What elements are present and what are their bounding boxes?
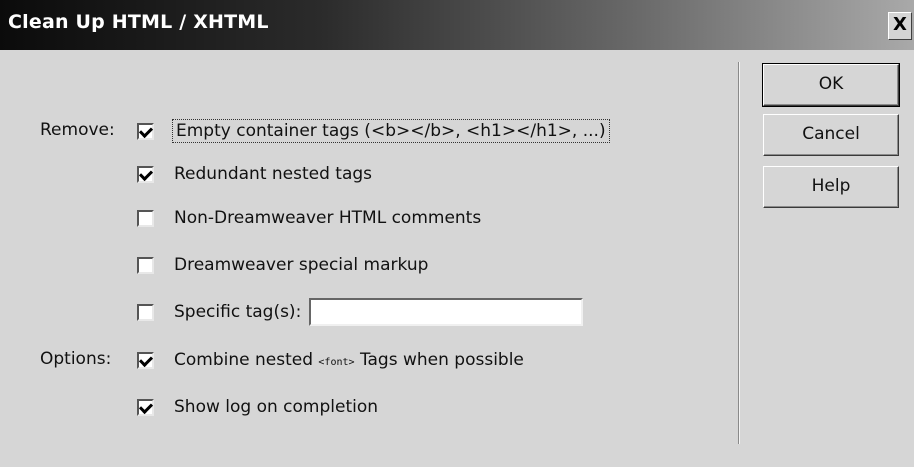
close-button[interactable]: X <box>888 12 912 40</box>
option-dreamweaver-special-markup[interactable]: Dreamweaver special markup <box>137 252 428 278</box>
window-title: Clean Up HTML / XHTML <box>8 11 269 33</box>
option-redundant-nested-tags[interactable]: Redundant nested tags <box>137 161 372 187</box>
label-show-log: Show log on completion <box>174 397 379 417</box>
checkbox-show-log[interactable] <box>137 398 154 416</box>
ok-button[interactable]: OK <box>762 63 900 107</box>
close-icon: X <box>893 14 907 35</box>
checkbox-specific-tags[interactable] <box>137 303 154 321</box>
checkbox-dreamweaver-special-markup[interactable] <box>137 256 154 274</box>
option-specific-tags[interactable]: Specific tag(s): <box>137 297 584 327</box>
option-combine-font-tags[interactable]: Combine nested <font> Tags when possible <box>137 347 524 373</box>
remove-label: Remove: <box>40 120 115 140</box>
option-show-log[interactable]: Show log on completion <box>137 394 378 420</box>
label-font-code: <font> <box>318 357 355 368</box>
label-dreamweaver-special-markup: Dreamweaver special markup <box>174 255 429 275</box>
label-combine-post: Tags when possible <box>359 350 524 370</box>
help-button[interactable]: Help <box>763 166 899 208</box>
vertical-divider <box>738 62 739 444</box>
cancel-button[interactable]: Cancel <box>763 114 899 156</box>
checkbox-redundant-nested-tags[interactable] <box>137 165 154 183</box>
label-redundant-nested-tags: Redundant nested tags <box>174 164 373 184</box>
checkbox-non-dreamweaver-comments[interactable] <box>137 209 154 227</box>
specific-tags-input[interactable] <box>309 298 584 326</box>
label-empty-container-tags: Empty container tags (<b></b>, <h1></h1>… <box>172 119 610 143</box>
options-label: Options: <box>40 349 112 369</box>
checkbox-combine-font-tags[interactable] <box>137 351 154 369</box>
label-combine-pre: Combine nested <box>174 350 313 370</box>
option-empty-container-tags[interactable]: Empty container tags (<b></b>, <h1></h1>… <box>137 118 610 144</box>
label-combine-font-tags: Combine nested <font> Tags when possible <box>174 350 524 370</box>
option-non-dreamweaver-comments[interactable]: Non-Dreamweaver HTML comments <box>137 205 481 231</box>
label-specific-tags: Specific tag(s): <box>174 302 302 322</box>
label-non-dreamweaver-comments: Non-Dreamweaver HTML comments <box>174 208 482 228</box>
title-bar[interactable]: Clean Up HTML / XHTML X <box>0 0 914 50</box>
checkbox-empty-container-tags[interactable] <box>137 122 154 140</box>
